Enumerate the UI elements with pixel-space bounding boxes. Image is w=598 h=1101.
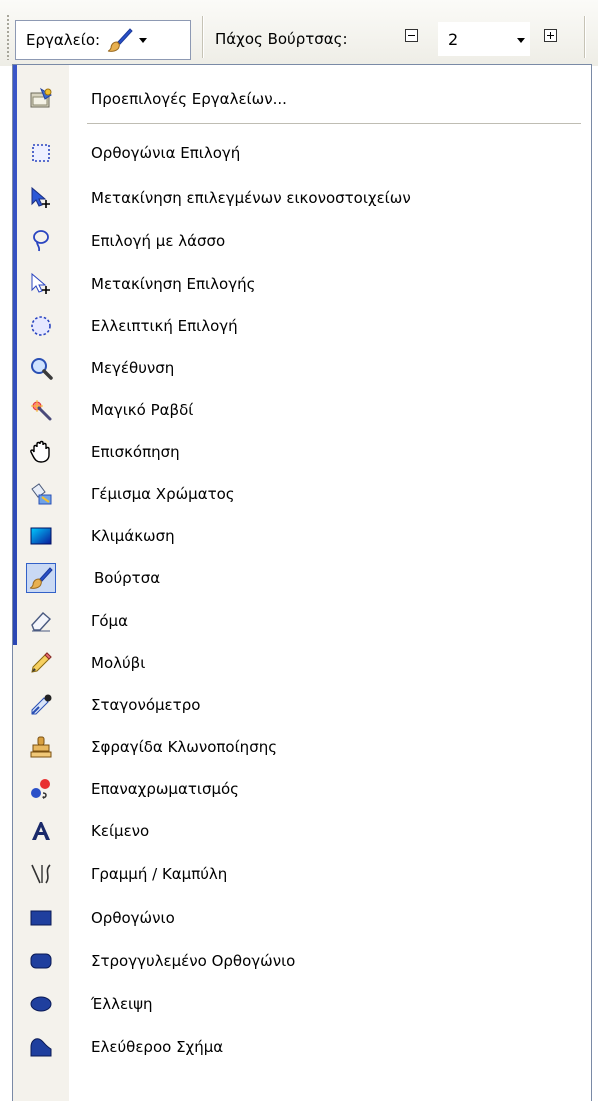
- menu-item-rectangle[interactable]: Ορθογώνιο: [17, 898, 587, 938]
- menu-item-label: Προεπιλογές Εργαλείων...: [91, 90, 287, 108]
- menu-item-label: Μετακίνηση επιλεγμένων εικονοστοιχείων: [91, 189, 411, 207]
- recolor-icon: [29, 777, 53, 801]
- menu-item-move-pixels[interactable]: Μετακίνηση επιλεγμένων εικονοστοιχείων: [17, 178, 587, 218]
- move-pixels-icon: [29, 186, 53, 210]
- menu-item-label: Σταγονόμετρο: [91, 696, 201, 714]
- menu-item-label: Επιλογή με λάσσο: [91, 232, 226, 250]
- clone-stamp-icon: [29, 735, 53, 759]
- chevron-down-icon[interactable]: [516, 36, 526, 44]
- menu-item-eraser[interactable]: Γόμα: [17, 601, 587, 641]
- menu-item-label: Ορθογώνια Επιλογή: [91, 144, 241, 162]
- toolbar-separator: [584, 16, 586, 58]
- menu-item-paintbrush[interactable]: Βούρτσα: [17, 558, 587, 598]
- menu-item-label: Ελεύθεροο Σχήμα: [91, 1038, 224, 1056]
- menu-item-label: Σφραγίδα Κλωνοποίησης: [91, 738, 278, 756]
- menu-item-label: Μολύβι: [91, 654, 146, 672]
- pan-hand-icon: [29, 440, 53, 464]
- menu-item-label: Στρογγυλεμένο Ορθογώνιο: [91, 952, 296, 970]
- menu-item-label: Κλιμάκωση: [91, 527, 175, 545]
- menu-item-label: Βούρτσα: [94, 569, 161, 587]
- menu-separator: [87, 123, 581, 125]
- tool-picker-dropdown[interactable]: Εργαλείο:: [15, 20, 191, 60]
- menu-item-ellipse-select[interactable]: Ελλειπτική Επιλογή: [17, 306, 587, 346]
- text-icon: [29, 819, 53, 843]
- menu-item-paint-bucket[interactable]: Γέμισμα Χρώματος: [17, 474, 587, 514]
- eraser-icon: [29, 609, 53, 633]
- rounded-rectangle-icon: [29, 949, 53, 973]
- menu-item-recolor[interactable]: Επαναχρωματισμός: [17, 769, 587, 809]
- menu-item-pencil[interactable]: Μολύβι: [17, 643, 587, 683]
- menu-item-ellipse[interactable]: Έλλειψη: [17, 984, 587, 1024]
- menu-item-gradient[interactable]: Κλιμάκωση: [17, 516, 587, 556]
- menu-item-label: Κείμενο: [91, 822, 150, 840]
- menu-item-pan[interactable]: Επισκόπηση: [17, 432, 587, 472]
- menu-item-line-curve[interactable]: Γραμμή / Καμπύλη: [17, 854, 587, 894]
- menu-item-label: Μετακίνηση Επιλογής: [91, 275, 256, 293]
- line-curve-icon: [29, 862, 53, 886]
- tool-label: Εργαλείο:: [26, 31, 101, 49]
- menu-item-magic-wand[interactable]: Μαγικό Ραβδί: [17, 390, 587, 430]
- menu-item-label: Γραμμή / Καμπύλη: [91, 865, 228, 883]
- menu-item-label: Γόμα: [91, 612, 128, 630]
- menu-item-rounded-rectangle[interactable]: Στρογγυλεμένο Ορθογώνιο: [17, 941, 587, 981]
- menu-item-label: Έλλειψη: [91, 995, 153, 1013]
- ellipse-select-icon: [29, 314, 53, 338]
- magic-wand-icon: [29, 398, 53, 422]
- lasso-icon: [29, 229, 53, 253]
- brush-size-label: Πάχος Βούρτσας:: [215, 30, 348, 48]
- paintbrush-icon: [107, 28, 133, 52]
- toolbar-separator: [202, 16, 204, 58]
- move-selection-icon: [29, 272, 53, 296]
- tool-menu: Προεπιλογές Εργαλείων... Ορθογώνια Επιλο…: [12, 64, 592, 1101]
- menu-item-freeform-shape[interactable]: Ελεύθεροο Σχήμα: [17, 1027, 587, 1067]
- toolbar-grip[interactable]: [6, 14, 10, 60]
- menu-item-clone-stamp[interactable]: Σφραγίδα Κλωνοποίησης: [17, 727, 587, 767]
- rectangle-icon: [29, 906, 53, 930]
- toolbar: Εργαλείο: Πάχος Βούρτσας: 2: [0, 0, 598, 66]
- tool-presets-icon: [29, 87, 53, 111]
- menu-item-lasso-select[interactable]: Επιλογή με λάσσο: [17, 221, 587, 261]
- menu-item-color-picker[interactable]: Σταγονόμετρο: [17, 685, 587, 725]
- menu-item-text[interactable]: Κείμενο: [17, 811, 587, 851]
- paint-bucket-icon: [29, 482, 53, 506]
- decrease-brush-size-button[interactable]: [405, 29, 418, 42]
- chevron-down-icon: [139, 38, 148, 43]
- menu-item-label: Επαναχρωματισμός: [91, 780, 239, 798]
- menu-item-label: Μεγέθυνση: [91, 359, 175, 377]
- increase-brush-size-button[interactable]: [544, 29, 557, 42]
- menu-item-label: Ελλειπτική Επιλογή: [91, 317, 238, 335]
- brush-size-value[interactable]: 2: [448, 30, 458, 49]
- gradient-icon: [29, 524, 53, 548]
- menu-item-zoom[interactable]: Μεγέθυνση: [17, 348, 587, 388]
- rectangle-select-icon: [29, 141, 53, 165]
- menu-item-label: Γέμισμα Χρώματος: [91, 485, 235, 503]
- menu-item-label: Επισκόπηση: [91, 443, 180, 461]
- menu-item-move-selection[interactable]: Μετακίνηση Επιλογής: [17, 264, 587, 304]
- brush-size-combobox[interactable]: 2: [438, 22, 530, 56]
- freeform-shape-icon: [29, 1035, 53, 1059]
- menu-item-tool-presets[interactable]: Προεπιλογές Εργαλείων...: [17, 79, 587, 119]
- pencil-icon: [29, 651, 53, 675]
- paintbrush-icon: [26, 563, 56, 593]
- menu-item-rectangle-select[interactable]: Ορθογώνια Επιλογή: [17, 133, 587, 173]
- zoom-icon: [29, 356, 53, 380]
- menu-item-label: Μαγικό Ραβδί: [91, 401, 194, 419]
- menu-item-label: Ορθογώνιο: [91, 909, 175, 927]
- color-picker-icon: [29, 693, 53, 717]
- ellipse-icon: [29, 992, 53, 1016]
